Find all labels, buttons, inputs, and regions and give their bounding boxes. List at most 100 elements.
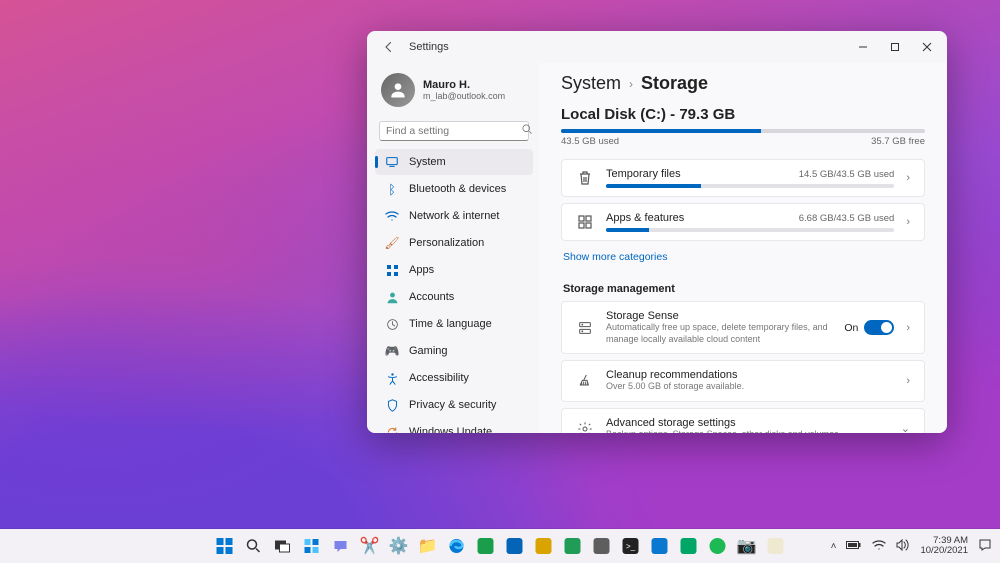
- disk-used-label: 43.5 GB used: [561, 136, 619, 147]
- brush-icon: 🖌: [385, 236, 399, 250]
- app-icon[interactable]: [560, 533, 586, 559]
- camera-icon[interactable]: 📷: [734, 533, 760, 559]
- system-icon: [385, 155, 399, 169]
- sidebar-item-accounts[interactable]: Accounts: [375, 284, 533, 310]
- show-more-link[interactable]: Show more categories: [563, 251, 667, 263]
- profile-email: m_lab@outlook.com: [423, 91, 505, 101]
- card-sub: Backup options, Storage Spaces, other di…: [606, 429, 889, 433]
- person-icon: [385, 290, 399, 304]
- search-box[interactable]: [379, 121, 529, 141]
- snip-icon[interactable]: ✂️: [357, 533, 383, 559]
- toggle-label: On: [844, 322, 858, 334]
- storage-category-card[interactable]: Apps & features 6.68 GB/43.5 GB used ›: [561, 203, 925, 241]
- app-icon[interactable]: [676, 533, 702, 559]
- sidebar-item-apps[interactable]: Apps: [375, 257, 533, 283]
- apps-grid-icon: [576, 214, 594, 230]
- accessibility-icon: [385, 371, 399, 385]
- clock[interactable]: 7:39 AM 10/20/2021: [920, 536, 968, 557]
- explorer-icon[interactable]: 📁: [415, 533, 441, 559]
- sidebar-item-network-internet[interactable]: Network & internet: [375, 203, 533, 229]
- search-icon: [521, 122, 533, 140]
- cleanup-card[interactable]: Cleanup recommendations Over 5.00 GB of …: [561, 360, 925, 402]
- taskbar: ✂️ ⚙️ 📁 >_ 📷 ˄ 7:39 AM 10/20/2021: [0, 529, 1000, 563]
- card-title: Apps & features: [606, 212, 684, 224]
- minimize-button[interactable]: [847, 33, 879, 61]
- tray-chevron-icon[interactable]: ˄: [831, 541, 837, 552]
- app-icon[interactable]: [502, 533, 528, 559]
- apps-icon: [385, 263, 399, 277]
- start-button[interactable]: [212, 533, 238, 559]
- widgets-icon[interactable]: [299, 533, 325, 559]
- spotify-icon[interactable]: [705, 533, 731, 559]
- storage-category-card[interactable]: Temporary files 14.5 GB/43.5 GB used ›: [561, 159, 925, 197]
- nav-label: System: [409, 156, 446, 168]
- sidebar-item-personalization[interactable]: 🖌 Personalization: [375, 230, 533, 256]
- trash-icon: [576, 170, 594, 186]
- nav-label: Bluetooth & devices: [409, 183, 506, 195]
- close-button[interactable]: [911, 33, 943, 61]
- nav-label: Time & language: [409, 318, 492, 330]
- gaming-icon: 🎮: [385, 344, 399, 358]
- app-icon[interactable]: [647, 533, 673, 559]
- card-usage: 14.5 GB/43.5 GB used: [799, 169, 895, 180]
- back-button[interactable]: [379, 37, 399, 57]
- nav-label: Windows Update: [409, 426, 492, 433]
- settings-window: Settings Mauro H. m_lab@outlook.com: [367, 31, 947, 433]
- storage-sense-card[interactable]: Storage Sense Automatically free up spac…: [561, 301, 925, 354]
- window-title: Settings: [409, 41, 449, 53]
- clock-date: 10/20/2021: [920, 546, 968, 556]
- sidebar: Mauro H. m_lab@outlook.com System ᛒ Blueto…: [367, 63, 539, 433]
- card-sub: Automatically free up space, delete temp…: [606, 322, 832, 345]
- profile[interactable]: Mauro H. m_lab@outlook.com: [375, 69, 533, 117]
- gear-icon: [576, 421, 594, 433]
- taskbar-center: ✂️ ⚙️ 📁 >_ 📷: [212, 533, 789, 559]
- card-title: Storage Sense: [606, 310, 832, 322]
- breadcrumb-parent[interactable]: System: [561, 73, 621, 94]
- settings-taskbar-icon[interactable]: ⚙️: [386, 533, 412, 559]
- storage-sense-toggle[interactable]: [864, 320, 894, 335]
- nav-label: Personalization: [409, 237, 484, 249]
- sidebar-item-accessibility[interactable]: Accessibility: [375, 365, 533, 391]
- terminal-icon[interactable]: >_: [618, 533, 644, 559]
- card-title: Cleanup recommendations: [606, 369, 894, 381]
- app-icon[interactable]: [531, 533, 557, 559]
- shield-icon: [385, 398, 399, 412]
- storage-sense-icon: [576, 320, 594, 336]
- nav-label: Accessibility: [409, 372, 469, 384]
- volume-icon[interactable]: [896, 539, 910, 554]
- advanced-storage-card[interactable]: Advanced storage settings Backup options…: [561, 408, 925, 433]
- chevron-right-icon: ›: [906, 172, 910, 184]
- chevron-down-icon: ⌄: [901, 422, 910, 433]
- titlebar: Settings: [367, 31, 947, 63]
- taskview-icon[interactable]: [270, 533, 296, 559]
- sidebar-item-gaming[interactable]: 🎮Gaming: [375, 338, 533, 364]
- chevron-right-icon: ›: [629, 77, 633, 91]
- sidebar-item-windows-update[interactable]: Windows Update: [375, 419, 533, 433]
- card-title: Advanced storage settings: [606, 417, 889, 429]
- bluetooth-icon: ᛒ: [385, 182, 399, 196]
- edge-icon[interactable]: [444, 533, 470, 559]
- sidebar-item-system[interactable]: System: [375, 149, 533, 175]
- disk-free-label: 35.7 GB free: [871, 136, 925, 147]
- search-input[interactable]: [386, 125, 521, 137]
- sidebar-item-time-language[interactable]: Time & language: [375, 311, 533, 337]
- notifications-icon[interactable]: [978, 538, 992, 555]
- chat-icon[interactable]: [328, 533, 354, 559]
- clock-icon: [385, 317, 399, 331]
- card-usage: 6.68 GB/43.5 GB used: [799, 213, 895, 224]
- wifi-icon: [385, 209, 399, 223]
- wifi-tray-icon[interactable]: [872, 539, 886, 554]
- nav-label: Accounts: [409, 291, 454, 303]
- update-icon: [385, 425, 399, 433]
- app-icon[interactable]: [473, 533, 499, 559]
- sidebar-item-privacy-security[interactable]: Privacy & security: [375, 392, 533, 418]
- search-icon[interactable]: [241, 533, 267, 559]
- storage-mgmt-header: Storage management: [563, 283, 925, 295]
- disk-title: Local Disk (C:) - 79.3 GB: [561, 106, 925, 123]
- chevron-right-icon: ›: [906, 216, 910, 228]
- maximize-button[interactable]: [879, 33, 911, 61]
- app-icon[interactable]: [763, 533, 789, 559]
- battery-icon[interactable]: [846, 540, 862, 553]
- sidebar-item-bluetooth-devices[interactable]: ᛒ Bluetooth & devices: [375, 176, 533, 202]
- app-icon[interactable]: [589, 533, 615, 559]
